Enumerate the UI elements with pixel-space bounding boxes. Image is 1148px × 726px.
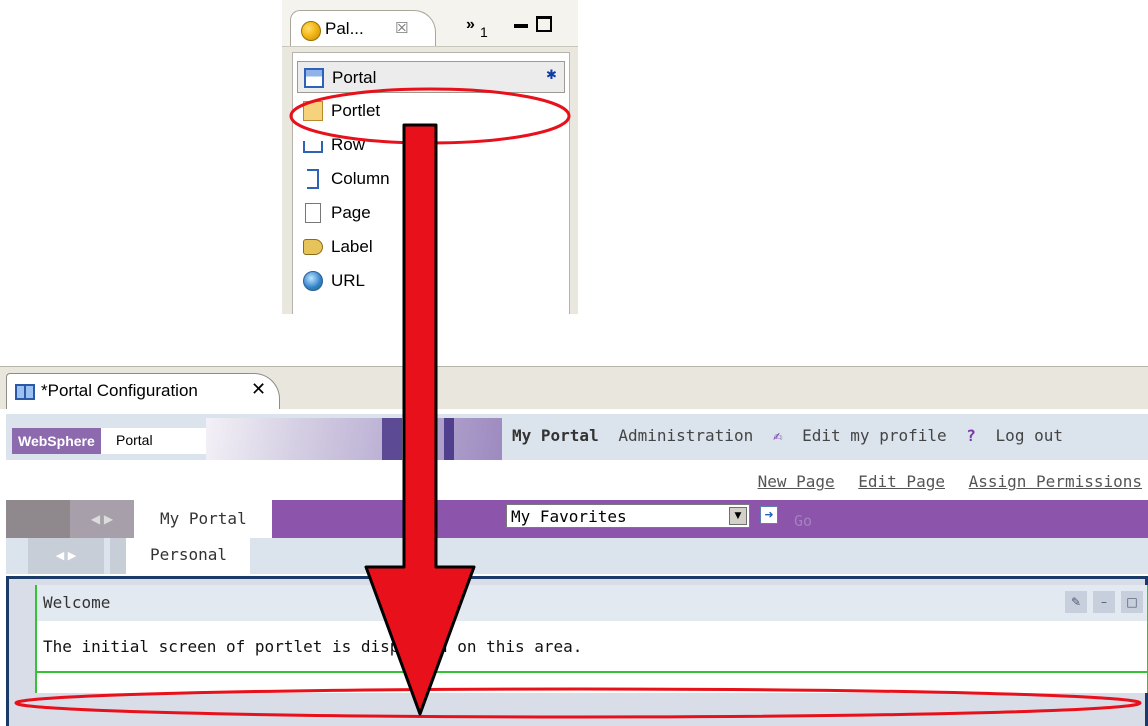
globe-icon xyxy=(303,271,323,291)
palette-tab-label: Pal... xyxy=(325,19,364,38)
nav-separator xyxy=(110,538,126,574)
palette-item-label: Column xyxy=(331,169,390,188)
favorites-select[interactable]: My Favorites ▼ xyxy=(506,504,750,528)
palette-item-label: Row xyxy=(331,135,366,154)
edit-page-link[interactable]: Edit Page xyxy=(858,472,945,491)
maximize-icon[interactable]: □ xyxy=(1121,591,1143,613)
help-icon[interactable]: ? xyxy=(966,426,976,445)
palette-item-label: URL xyxy=(331,271,366,290)
edit-icon[interactable]: ✎ xyxy=(1065,591,1087,613)
administration-link[interactable]: Administration xyxy=(618,426,753,445)
go-icon[interactable]: ➜ xyxy=(760,506,778,524)
log-out-link[interactable]: Log out xyxy=(996,426,1063,445)
portal-configuration-icon xyxy=(15,384,35,400)
favorites-select-value: My Favorites xyxy=(511,507,627,526)
page-content-area: Welcome ✎ – □ The initial screen of port… xyxy=(6,576,1148,726)
portlet-title: Welcome xyxy=(43,593,111,612)
go-label[interactable]: Go xyxy=(794,512,812,530)
tab-label: My Portal xyxy=(160,509,247,528)
my-portal-link[interactable]: My Portal xyxy=(512,426,599,445)
header-links: My Portal Administration ✍ Edit my profi… xyxy=(512,426,1073,445)
portlet-bottom-edge xyxy=(37,671,1147,673)
palette-tab-bar: Pal... ☒ » 1 xyxy=(282,0,578,47)
nav-scroll-arrows-icon[interactable]: ◀ ▶ xyxy=(70,500,134,538)
palette-item-label: Portlet xyxy=(331,101,381,120)
websphere-portal-logo: WebSphere Portal xyxy=(12,428,206,454)
welcome-portlet: Welcome ✎ – □ The initial screen of port… xyxy=(35,585,1148,693)
palette-item-portal[interactable]: Portal ✱ xyxy=(297,61,565,93)
nav-spacer xyxy=(6,500,70,538)
palette-item-label: Page xyxy=(331,203,371,222)
assign-permissions-link[interactable]: Assign Permissions xyxy=(969,472,1142,491)
pin-icon[interactable]: ✱ xyxy=(546,68,557,83)
palette-item-label: Label xyxy=(331,237,373,256)
palette-list: Portal ✱ Portlet Row Column Page Label U… xyxy=(292,52,570,314)
palette-item-label[interactable]: Label xyxy=(297,231,565,263)
chevron-down-icon[interactable]: ▼ xyxy=(729,507,747,525)
page-icon xyxy=(305,203,321,223)
column-icon xyxy=(307,169,319,189)
palette-item-page[interactable]: Page xyxy=(297,197,565,229)
page-actions: New Page Edit Page Assign Permissions xyxy=(744,472,1142,491)
top-navigation: ◀ ▶ My Portal My Favorites ▼ ➜ Go xyxy=(6,500,1148,538)
palette-view: Pal... ☒ » 1 Portal ✱ Portlet Row Column… xyxy=(282,0,578,314)
new-page-link[interactable]: New Page xyxy=(758,472,835,491)
palette-item-label: Portal xyxy=(332,68,377,87)
palette-tab[interactable]: Pal... ☒ xyxy=(290,10,436,46)
overflow-count: 1 xyxy=(480,24,488,40)
palette-item-url[interactable]: URL xyxy=(297,265,565,297)
editor-tab-bar: *Portal Configuration ✕ xyxy=(0,366,1148,409)
editor-tab-label: *Portal Configuration xyxy=(41,381,198,400)
palette-item-row[interactable]: Row xyxy=(297,129,565,161)
portal-configuration-editor: *Portal Configuration ✕ WebSphere Portal… xyxy=(0,366,1148,726)
palette-item-column[interactable]: Column xyxy=(297,163,565,195)
portlet-title-bar: Welcome ✎ – □ xyxy=(37,585,1147,621)
tab-my-portal[interactable]: My Portal xyxy=(134,500,272,538)
nav-scroll-arrows-icon[interactable]: ◀ ▶ xyxy=(28,538,104,574)
palette-icon xyxy=(301,21,321,41)
maximize-icon[interactable] xyxy=(536,16,552,32)
palette-item-portlet[interactable]: Portlet xyxy=(297,95,565,127)
edit-profile-icon: ✍ xyxy=(772,426,783,445)
minimize-icon[interactable]: – xyxy=(1093,591,1115,613)
editor-tab[interactable]: *Portal Configuration ✕ xyxy=(6,373,280,409)
logo-text: Portal xyxy=(116,432,153,448)
tab-personal[interactable]: Personal xyxy=(126,538,250,574)
sub-navigation: ◀ ▶ Personal xyxy=(6,538,1148,574)
banner-artwork xyxy=(206,418,502,460)
portlet-icon xyxy=(303,101,323,121)
page-actions-bar: New Page Edit Page Assign Permissions xyxy=(6,460,1148,500)
portal-banner: WebSphere Portal My Portal Administratio… xyxy=(6,414,1148,460)
portlet-body-text: The initial screen of portlet is display… xyxy=(43,637,583,656)
close-icon[interactable]: ☒ xyxy=(395,19,408,37)
close-icon[interactable]: ✕ xyxy=(251,379,266,400)
minimize-icon[interactable] xyxy=(514,24,528,28)
overflow-chevron-icon[interactable]: » xyxy=(466,16,475,34)
label-tag-icon xyxy=(303,239,323,255)
tab-label: Personal xyxy=(150,545,228,564)
row-icon xyxy=(303,141,323,153)
edit-profile-link[interactable]: Edit my profile xyxy=(802,426,947,445)
logo-brand: WebSphere xyxy=(12,428,101,454)
portal-icon xyxy=(304,68,324,88)
